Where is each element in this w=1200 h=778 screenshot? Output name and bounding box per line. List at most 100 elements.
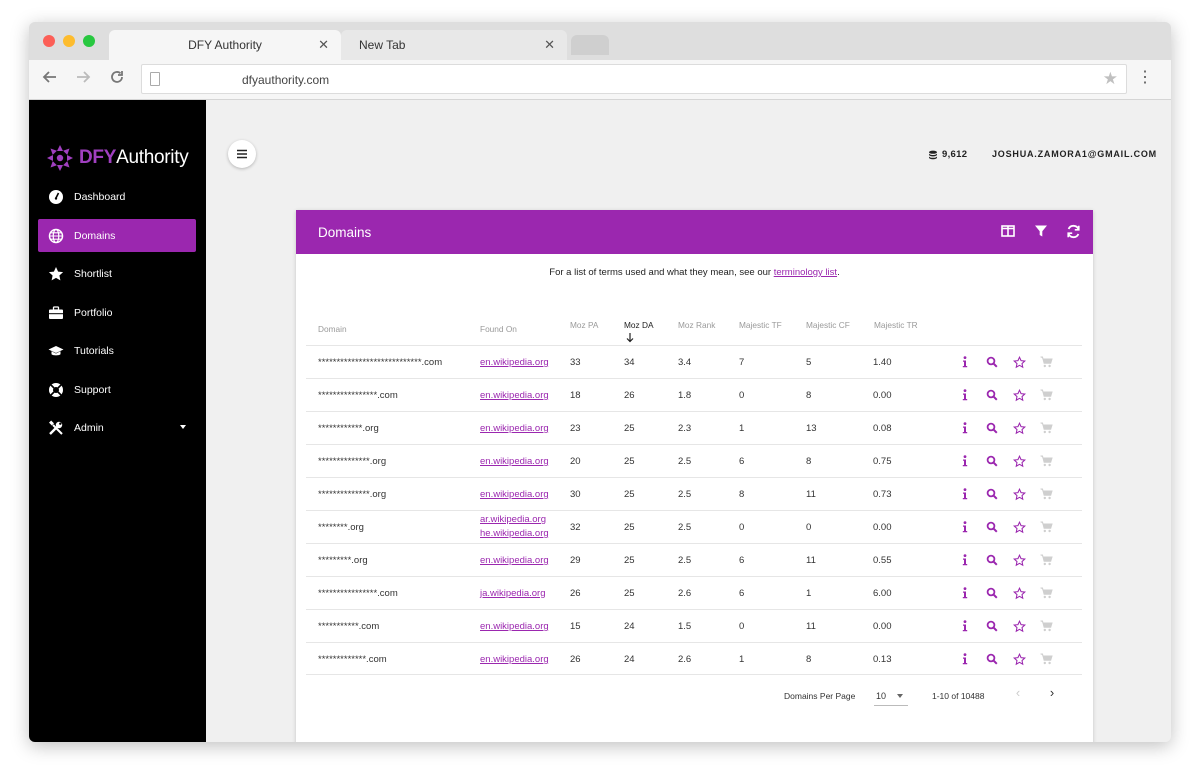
forward-button[interactable]	[72, 68, 94, 90]
address-bar[interactable]: dfyauthority.com ★	[141, 64, 1127, 94]
per-page-select[interactable]: 10	[874, 686, 908, 706]
table-row[interactable]: ****************************.com en.wikip…	[306, 345, 1082, 378]
info-icon[interactable]	[958, 652, 972, 666]
sidebar-item-shortlist[interactable]: Shortlist	[38, 257, 196, 290]
info-icon[interactable]	[958, 454, 972, 468]
info-icon[interactable]	[958, 520, 972, 534]
sidebar-item-portfolio[interactable]: Portfolio	[38, 296, 196, 329]
filter-icon[interactable]	[1034, 224, 1050, 240]
info-icon[interactable]	[958, 553, 972, 567]
search-icon[interactable]	[985, 586, 999, 600]
cart-icon[interactable]	[1039, 388, 1053, 402]
columns-icon[interactable]	[1001, 224, 1017, 240]
search-icon[interactable]	[985, 421, 999, 435]
table-row[interactable]: ****************.com en.wikipedia.org 18 26…	[306, 378, 1082, 411]
column-header-moz-da[interactable]: Moz DA	[624, 320, 654, 330]
star-outline-icon[interactable]	[1012, 388, 1026, 402]
table-row[interactable]: ***********.com en.wikipedia.org 15 24 1.5 0 1…	[306, 609, 1082, 642]
info-icon[interactable]	[958, 355, 972, 369]
minimize-window-button[interactable]	[63, 35, 75, 47]
close-window-button[interactable]	[43, 35, 55, 47]
search-icon[interactable]	[985, 487, 999, 501]
previous-page-button[interactable]: ‹	[1010, 685, 1026, 701]
star-outline-icon[interactable]	[1012, 586, 1026, 600]
found-on-link[interactable]: en.wikipedia.org	[480, 423, 549, 434]
column-header-majestic-tf[interactable]: Majestic TF	[739, 320, 782, 330]
table-row[interactable]: **************.org en.wikipedia.org 20 25 2.…	[306, 444, 1082, 477]
column-header-moz-pa[interactable]: Moz PA	[570, 320, 598, 330]
star-outline-icon[interactable]	[1012, 619, 1026, 633]
found-on-link[interactable]: en.wikipedia.org	[480, 555, 549, 566]
found-on-link[interactable]: en.wikipedia.org	[480, 456, 549, 467]
table-row[interactable]: **************.org en.wikipedia.org 30 25 2.…	[306, 477, 1082, 510]
found-on-link[interactable]: en.wikipedia.org	[480, 621, 549, 632]
found-on-link[interactable]: en.wikipedia.org	[480, 390, 549, 401]
column-header-domain[interactable]: Domain	[318, 324, 347, 334]
search-icon[interactable]	[985, 355, 999, 369]
cart-icon[interactable]	[1039, 553, 1053, 567]
star-outline-icon[interactable]	[1012, 652, 1026, 666]
found-on-link[interactable]: en.wikipedia.org	[480, 654, 549, 665]
table-row[interactable]: ************.org en.wikipedia.org 23 25 2.3 1…	[306, 411, 1082, 444]
found-on-link[interactable]: en.wikipedia.org	[480, 357, 549, 368]
star-outline-icon[interactable]	[1012, 487, 1026, 501]
sidebar-item-dashboard[interactable]: Dashboard	[38, 180, 196, 213]
menu-toggle-button[interactable]	[228, 140, 256, 168]
found-on-link[interactable]: ar.wikipedia.org	[480, 513, 549, 527]
column-header-found-on[interactable]: Found On	[480, 324, 517, 334]
brand-logo[interactable]: DFYAuthority	[45, 141, 189, 175]
column-header-majestic-tr[interactable]: Majestic TR	[874, 320, 918, 330]
search-icon[interactable]	[985, 454, 999, 468]
tab-dfy-authority[interactable]: DFY Authority ✕	[109, 30, 341, 60]
column-header-majestic-cf[interactable]: Majestic CF	[806, 320, 850, 330]
sidebar-item-support[interactable]: Support	[38, 373, 196, 406]
table-row[interactable]: *********.org en.wikipedia.org 29 25 2.5 6 11 0…	[306, 543, 1082, 576]
table-row[interactable]: ********.org ar.wikipedia.org he.wikipedia…	[306, 510, 1082, 543]
sidebar-item-domains[interactable]: Domains	[38, 219, 196, 252]
cart-icon[interactable]	[1039, 355, 1053, 369]
cart-icon[interactable]	[1039, 454, 1053, 468]
maximize-window-button[interactable]	[83, 35, 95, 47]
found-on-link[interactable]: ja.wikipedia.org	[480, 588, 545, 599]
table-row[interactable]: *************.com en.wikipedia.org 26 24 2.6…	[306, 642, 1082, 675]
found-on-link[interactable]: he.wikipedia.org	[480, 527, 549, 541]
tab-close-icon[interactable]: ✕	[318, 37, 329, 53]
star-outline-icon[interactable]	[1012, 553, 1026, 567]
column-header-moz-rank[interactable]: Moz Rank	[678, 320, 715, 330]
browser-menu-icon[interactable]: ⋮	[1137, 70, 1153, 86]
table-row[interactable]: ****************.com ja.wikipedia.org 26 25…	[306, 576, 1082, 609]
info-icon[interactable]	[958, 619, 972, 633]
sidebar-item-tutorials[interactable]: Tutorials	[38, 334, 196, 367]
reload-button[interactable]	[106, 68, 128, 90]
back-button[interactable]	[39, 68, 61, 90]
cart-icon[interactable]	[1039, 619, 1053, 633]
star-outline-icon[interactable]	[1012, 454, 1026, 468]
next-page-button[interactable]: ›	[1044, 685, 1060, 701]
search-icon[interactable]	[985, 652, 999, 666]
info-icon[interactable]	[958, 421, 972, 435]
search-icon[interactable]	[985, 619, 999, 633]
star-outline-icon[interactable]	[1012, 520, 1026, 534]
cart-icon[interactable]	[1039, 586, 1053, 600]
search-icon[interactable]	[985, 553, 999, 567]
sidebar-item-admin[interactable]: Admin	[38, 411, 196, 444]
search-icon[interactable]	[985, 388, 999, 402]
cart-icon[interactable]	[1039, 487, 1053, 501]
info-icon[interactable]	[958, 487, 972, 501]
cart-icon[interactable]	[1039, 520, 1053, 534]
cart-icon[interactable]	[1039, 421, 1053, 435]
info-icon[interactable]	[958, 586, 972, 600]
new-tab-button[interactable]	[571, 35, 609, 55]
star-outline-icon[interactable]	[1012, 355, 1026, 369]
bookmark-star-icon[interactable]: ★	[1103, 69, 1118, 89]
tab-new-tab[interactable]: New Tab ✕	[341, 30, 567, 60]
user-email[interactable]: JOSHUA.ZAMORA1@GMAIL.COM	[992, 149, 1157, 159]
cart-icon[interactable]	[1039, 652, 1053, 666]
refresh-icon[interactable]	[1066, 224, 1082, 240]
search-icon[interactable]	[985, 520, 999, 534]
tab-close-icon[interactable]: ✕	[544, 37, 555, 53]
info-icon[interactable]	[958, 388, 972, 402]
star-outline-icon[interactable]	[1012, 421, 1026, 435]
terminology-link[interactable]: terminology list	[774, 267, 837, 278]
found-on-link[interactable]: en.wikipedia.org	[480, 489, 549, 500]
